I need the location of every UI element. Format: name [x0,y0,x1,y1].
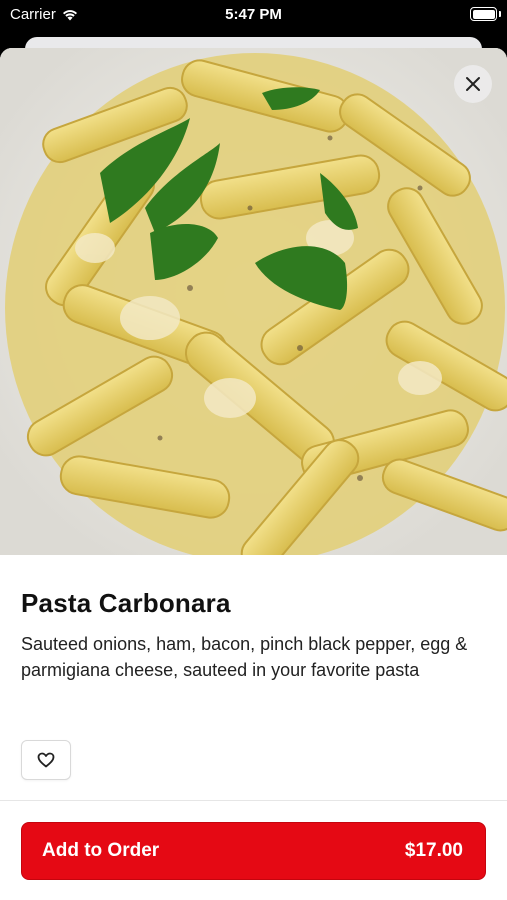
close-icon [466,77,480,91]
status-bar: Carrier 5:47 PM [0,0,507,30]
pasta-dish-photo [0,48,507,555]
close-button[interactable] [454,65,492,103]
status-time: 5:47 PM [225,6,282,23]
item-description: Sauteed onions, ham, bacon, pinch black … [21,634,468,680]
item-details: Pasta Carbonara Sauteed onions, ham, bac… [21,588,486,683]
item-detail-sheet: Pasta Carbonara Sauteed onions, ham, bac… [0,48,507,900]
order-price: $17.00 [404,840,463,861]
battery-tip [499,11,501,17]
item-title: Pasta Carbonara [21,588,231,618]
heart-icon [37,752,55,768]
add-to-order-button[interactable]: Add to Order $17.00 [21,822,486,880]
battery-icon [470,7,497,21]
favorite-button[interactable] [21,740,71,780]
divider [0,800,507,801]
add-to-order-label: Add to Order [42,840,160,861]
